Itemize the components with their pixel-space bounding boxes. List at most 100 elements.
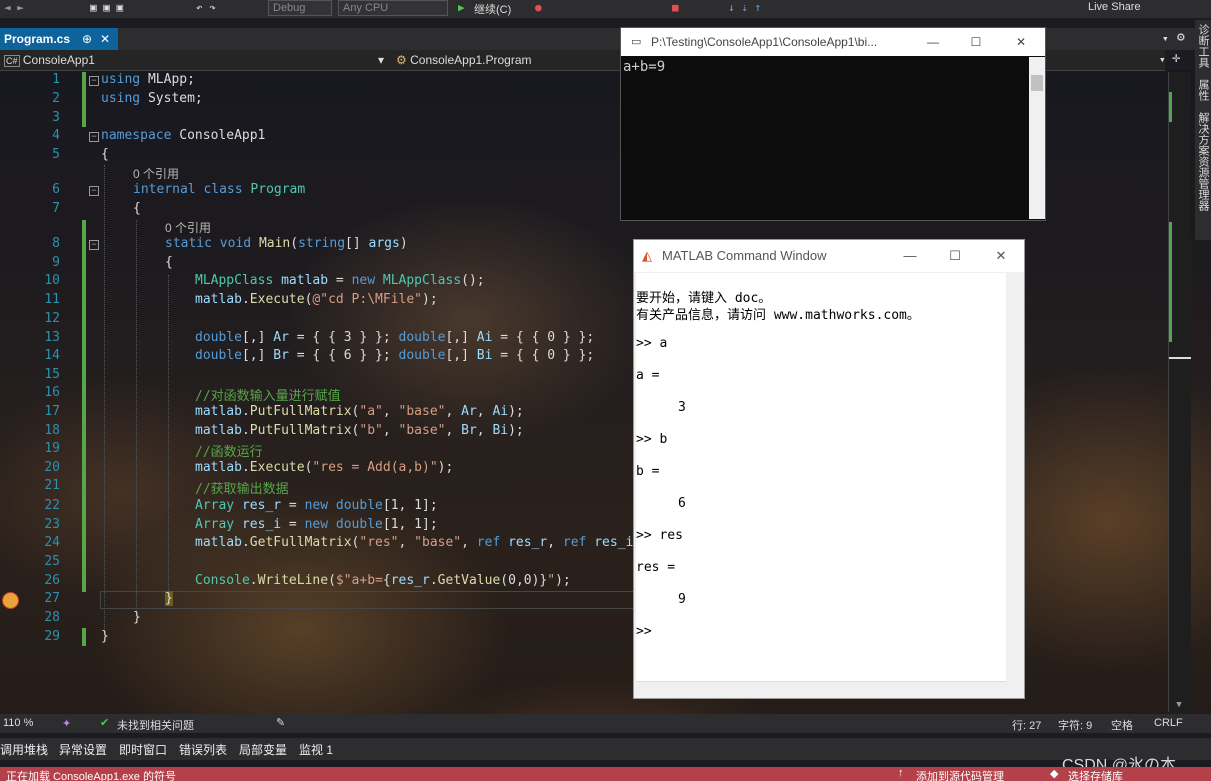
side-tab-properties[interactable]: 属性: [1197, 79, 1209, 101]
config-dropdown[interactable]: Debug: [268, 0, 332, 16]
continue-icon[interactable]: ▶: [458, 1, 465, 14]
whitespace-indicator[interactable]: 空格: [1111, 717, 1133, 733]
codelens-references[interactable]: 0 个引用: [133, 165, 179, 182]
settings-icon[interactable]: ⚙: [1177, 30, 1185, 45]
minimize-button[interactable]: —: [913, 28, 953, 56]
continue-button[interactable]: 继续(C): [474, 1, 511, 17]
matlab-prompt-line: >> b: [636, 432, 668, 447]
stop-icon[interactable]: ●: [535, 1, 542, 14]
side-tab-solution-explorer[interactable]: 解决方案资源管理器: [1197, 112, 1209, 211]
tab-locals[interactable]: 局部变量: [239, 741, 287, 758]
eol-indicator[interactable]: CRLF: [1154, 717, 1183, 729]
live-share-button[interactable]: Live Share: [1088, 1, 1141, 13]
pin-icon[interactable]: ⊕: [82, 28, 92, 50]
member-dropdown-chevron-icon[interactable]: ▾: [1159, 53, 1166, 66]
class-dropdown[interactable]: ⚙ ConsoleApp1.Program: [396, 53, 532, 67]
code-line: }: [165, 591, 173, 606]
stop-debug-icon[interactable]: ■: [672, 1, 679, 14]
line-number: 17: [44, 404, 60, 419]
tab-immediate-window[interactable]: 即时窗口: [119, 741, 167, 758]
class-icon: ⚙: [396, 53, 407, 67]
column-indicator[interactable]: 字符: 9: [1058, 717, 1092, 733]
close-icon[interactable]: ✕: [100, 28, 110, 50]
csharp-icon: C#: [4, 55, 20, 67]
line-number: 9: [52, 255, 60, 270]
matlab-prompt-line: >> a: [636, 336, 668, 351]
cleanup-icon[interactable]: ✎: [276, 716, 285, 729]
matlab-command-window[interactable]: ◭ MATLAB Command Window — ☐ ✕ 要开始，请键入 do…: [633, 239, 1025, 699]
change-bar: [82, 220, 86, 592]
fold-toggle[interactable]: −: [89, 186, 99, 196]
change-bar: [82, 72, 86, 127]
console-app-icon: ▭: [631, 36, 642, 48]
console-window[interactable]: ▭ P:\Testing\ConsoleApp1\ConsoleApp1\bi.…: [620, 27, 1046, 221]
line-number: 15: [44, 367, 60, 382]
split-icon[interactable]: ✛: [1172, 50, 1180, 66]
repo-button[interactable]: 选择存储库: [1068, 768, 1123, 781]
tab-call-stack[interactable]: 调用堆栈: [0, 741, 48, 758]
codelens-references[interactable]: 0 个引用: [165, 219, 211, 236]
close-button[interactable]: ✕: [981, 240, 1021, 272]
matlab-title: MATLAB Command Window: [662, 248, 827, 263]
repo-icon: ◆: [1050, 768, 1059, 780]
side-tab-diagnostics[interactable]: 诊断工具: [1197, 24, 1209, 68]
indent-guide: [168, 275, 169, 595]
current-statement-arrow-icon[interactable]: [2, 592, 19, 609]
main-toolbar: ◄ ► ▣ ▣ ▣ ↶ ↷ Debug Any CPU ▶ 继续(C) ● ■ …: [0, 0, 1211, 18]
line-number: 27: [44, 591, 60, 606]
matlab-vertical-scrollbar[interactable]: [1006, 273, 1022, 681]
matlab-value: 9: [678, 592, 686, 607]
project-dropdown-chevron-icon[interactable]: ▾: [378, 53, 384, 67]
code-comment: //获取输出数据: [195, 482, 289, 497]
copilot-icon[interactable]: ✦: [62, 717, 71, 730]
tab-error-list[interactable]: 错误列表: [179, 741, 227, 758]
code-line: Array res_r = new double[1, 1];: [195, 498, 438, 513]
line-number: 8: [52, 236, 60, 251]
code-line: matlab.Execute("res = Add(a,b)");: [195, 460, 454, 475]
line-number: 19: [44, 441, 60, 456]
side-panel-tabs: 诊断工具 属性 解决方案资源管理器: [1195, 20, 1211, 240]
code-line: matlab.GetFullMatrix("res", "base", ref …: [195, 535, 649, 550]
tab-title: Program.cs: [4, 32, 71, 46]
tab-watch-1[interactable]: 监视 1: [299, 741, 333, 758]
source-control-button[interactable]: 添加到源代码管理: [916, 768, 1004, 781]
code-line: internal class Program: [133, 182, 306, 197]
scroll-down-icon[interactable]: ▼: [1168, 700, 1190, 712]
project-dropdown[interactable]: C# ConsoleApp1: [4, 53, 95, 67]
matlab-titlebar[interactable]: ◭ MATLAB Command Window — ☐ ✕: [634, 240, 1024, 272]
matlab-horizontal-scrollbar[interactable]: [636, 681, 1006, 696]
console-scrollbar[interactable]: [1029, 57, 1045, 219]
code-line: using MLApp;: [101, 72, 195, 87]
close-button[interactable]: ✕: [1001, 28, 1041, 56]
tab-program-cs[interactable]: Program.cs ⊕ ✕: [0, 28, 118, 50]
editor-scrollbar[interactable]: [1168, 72, 1191, 712]
code-line: using System;: [101, 91, 203, 106]
platform-dropdown[interactable]: Any CPU: [338, 0, 448, 16]
issues-status[interactable]: 未找到相关问题: [117, 717, 194, 733]
code-line: static void Main(string[] args): [165, 236, 408, 251]
line-number: 26: [44, 573, 60, 588]
save-icon[interactable]: ▣ ▣ ▣: [90, 1, 123, 14]
code-comment: //对函数输入量进行赋值: [195, 389, 341, 404]
tab-overflow-icon[interactable]: ▾: [1162, 32, 1169, 45]
minimize-button[interactable]: —: [890, 240, 930, 272]
undo-icon[interactable]: ↶ ↷: [196, 1, 216, 14]
fold-toggle[interactable]: −: [89, 132, 99, 142]
matlab-output[interactable]: 要开始，请键入 doc。 有关产品信息，请访问 www.mathworks.co…: [636, 273, 1006, 681]
indent-guide: [136, 220, 137, 615]
fold-toggle[interactable]: −: [89, 240, 99, 250]
maximize-button[interactable]: ☐: [935, 240, 975, 272]
line-number: 6: [52, 182, 60, 197]
tab-exception-settings[interactable]: 异常设置: [59, 741, 107, 758]
console-titlebar[interactable]: ▭ P:\Testing\ConsoleApp1\ConsoleApp1\bi.…: [621, 28, 1045, 56]
code-line: namespace ConsoleApp1: [101, 128, 266, 143]
step-icon[interactable]: ↓ ⇣ ↑: [728, 1, 761, 14]
zoom-dropdown[interactable]: 110 %: [3, 717, 33, 729]
code-line: matlab.PutFullMatrix("a", "base", Ar, Ai…: [195, 404, 524, 419]
fold-toggle[interactable]: −: [89, 76, 99, 86]
matlab-output-line: a =: [636, 368, 660, 383]
line-indicator[interactable]: 行: 27: [1012, 717, 1041, 733]
console-title: P:\Testing\ConsoleApp1\ConsoleApp1\bi...: [651, 35, 878, 49]
nav-back-icon[interactable]: ◄ ►: [4, 1, 24, 14]
maximize-button[interactable]: ☐: [956, 28, 996, 56]
